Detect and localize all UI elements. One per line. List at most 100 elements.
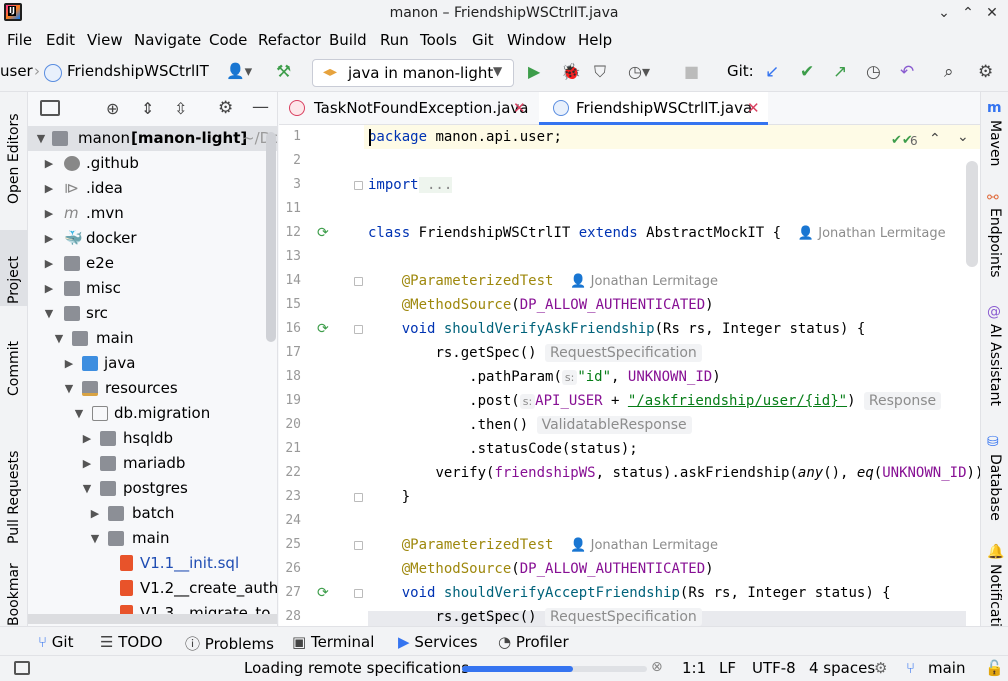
breadcrumb-user[interactable]: user <box>0 62 33 84</box>
coverage-icon[interactable]: ⛉ <box>594 62 606 84</box>
tool-bookmarks[interactable]: Bookmarks <box>0 562 28 626</box>
tree-node[interactable]: ▼ main <box>28 326 277 351</box>
chevron-right-icon[interactable]: ▶ <box>42 276 56 301</box>
tool-profiler[interactable]: ◔ Profiler <box>498 633 569 651</box>
git-update-icon[interactable]: ↙ <box>765 62 779 84</box>
chevron-down-icon[interactable]: ▼ <box>88 526 102 551</box>
fold-toggle-icon[interactable] <box>354 541 363 550</box>
user-account-icon[interactable]: 👤▾ <box>226 62 252 84</box>
profile-icon[interactable]: ◷▾ <box>628 62 650 84</box>
file-encoding[interactable]: UTF-8 <box>752 659 796 677</box>
tool-maven[interactable]: Maven <box>981 120 1008 170</box>
tool-services[interactable]: ▶ Services <box>398 633 478 651</box>
menu-window[interactable]: Window <box>507 31 566 49</box>
tool-problems[interactable]: ⓘ Problems <box>185 633 274 654</box>
tool-notifications[interactable]: Notifications <box>981 564 1008 626</box>
debug-icon[interactable]: 🐞 <box>561 62 581 84</box>
tool-database[interactable]: Database <box>981 454 1008 534</box>
close-tab-icon[interactable]: ✕ <box>513 92 526 125</box>
tree-horizontal-scrollbar[interactable] <box>28 614 277 624</box>
toggle-tool-windows-icon[interactable] <box>14 661 30 675</box>
tool-commit[interactable]: Commit <box>0 324 28 396</box>
close-tab-icon[interactable]: ✕ <box>747 92 760 125</box>
menu-file[interactable]: File <box>7 31 32 49</box>
tool-terminal[interactable]: ▣ Terminal <box>292 633 374 651</box>
tree-node[interactable]: ▼ postgres <box>28 476 277 501</box>
menu-code[interactable]: Code <box>209 31 247 49</box>
search-icon[interactable]: ⌕ <box>944 62 954 84</box>
fold-toggle-icon[interactable] <box>354 589 363 598</box>
lock-icon[interactable]: 🔓 <box>985 659 1004 677</box>
fold-toggle-icon[interactable] <box>354 277 363 286</box>
tool-endpoints[interactable]: Endpoints <box>981 208 1008 280</box>
tree-node[interactable]: ▼ db.migration <box>28 401 277 426</box>
previous-highlight-icon[interactable]: ⌃ <box>929 131 941 147</box>
run-test-gutter-icon[interactable]: ⟳ <box>317 322 331 336</box>
author-hint[interactable]: 👤 Jonathan Lermitage <box>798 226 946 241</box>
chevron-right-icon[interactable]: ▶ <box>88 501 102 526</box>
options-gear-icon[interactable]: ⚙ <box>218 98 233 118</box>
chevron-down-icon[interactable]: ▼ <box>34 126 48 151</box>
run-configuration-select[interactable]: ◂▸ java in manon-light ▼ <box>312 59 514 87</box>
tree-node[interactable]: ▶ .github <box>28 151 277 176</box>
tree-node[interactable]: ▶ e2e <box>28 251 277 276</box>
tree-node[interactable]: ▼ src <box>28 301 277 326</box>
fold-toggle-icon[interactable] <box>354 181 363 190</box>
tree-node[interactable]: ▼ main <box>28 526 277 551</box>
author-hint[interactable]: 👤 Jonathan Lermitage <box>570 274 718 289</box>
menu-build[interactable]: Build <box>329 31 367 49</box>
tool-todo[interactable]: ☰ TODO <box>100 633 163 651</box>
breadcrumb-current[interactable]: FriendshipWSCtrlIT <box>67 62 209 84</box>
git-rollback-icon[interactable]: ↶ <box>900 62 914 84</box>
author-hint[interactable]: 👤 Jonathan Lermitage <box>570 538 718 553</box>
menu-view[interactable]: View <box>87 31 123 49</box>
tab-friendship-ws-ctrl-it[interactable]: FriendshipWSCtrlIT.java ✕ <box>539 92 768 125</box>
locate-file-icon[interactable]: ⊕ <box>106 99 119 118</box>
tree-node[interactable]: ▶ mariadb <box>28 451 277 476</box>
run-test-gutter-icon[interactable]: ⟳ <box>317 226 331 240</box>
code-style-icon[interactable]: ⚙ <box>874 659 887 677</box>
chevron-right-icon[interactable]: ▶ <box>42 151 56 176</box>
tree-node[interactable]: ▼ resources <box>28 376 277 401</box>
caret-position[interactable]: 1:1 <box>682 659 706 677</box>
run-test-gutter-icon[interactable]: ⟳ <box>317 586 331 600</box>
git-history-icon[interactable]: ◷ <box>866 62 881 84</box>
build-hammer-icon[interactable]: ⚒ <box>276 62 291 84</box>
tree-node[interactable]: ▶ ⧐ .idea <box>28 176 277 201</box>
menu-edit[interactable]: Edit <box>46 31 75 49</box>
chevron-right-icon[interactable]: ▶ <box>80 451 94 476</box>
expand-all-icon[interactable]: ⇕ <box>141 99 154 118</box>
tree-vertical-scrollbar[interactable] <box>266 132 276 342</box>
chevron-right-icon[interactable]: ▶ <box>42 176 56 201</box>
next-highlight-icon[interactable]: ⌄ <box>957 129 969 145</box>
editor-scrollbar[interactable] <box>966 161 978 267</box>
tree-node-root[interactable]: ▼ manon [manon-light] ~/Do <box>28 126 277 151</box>
tree-node[interactable]: ▶ m .mvn <box>28 201 277 226</box>
hide-panel-icon[interactable]: — <box>252 97 269 117</box>
menu-run[interactable]: Run <box>380 31 409 49</box>
tool-pull-requests[interactable]: Pull Requests <box>0 424 28 544</box>
settings-gear-icon[interactable]: ⚙ <box>978 62 993 84</box>
chevron-down-icon[interactable]: ▼ <box>72 401 86 426</box>
git-push-icon[interactable]: ↗ <box>833 62 847 84</box>
git-branch[interactable]: main <box>928 659 965 677</box>
tree-node[interactable]: V1.1__init.sql <box>28 551 277 576</box>
chevron-down-icon[interactable]: ▼ <box>42 301 56 326</box>
minimize-chevron-icon[interactable]: ⌄ <box>933 0 955 26</box>
tool-project[interactable]: Project <box>0 232 28 304</box>
run-icon[interactable]: ▶ <box>528 62 540 84</box>
chevron-right-icon[interactable]: ▶ <box>42 226 56 251</box>
tool-git[interactable]: ⑂ Git <box>38 633 73 651</box>
menu-refactor[interactable]: Refactor <box>258 31 321 49</box>
chevron-right-icon[interactable]: ▶ <box>42 251 56 276</box>
code-editor[interactable]: 1 2 3 11 12 13 14 15 16 17 18 19 20 21 2… <box>279 125 980 626</box>
tree-node[interactable]: ▶ misc <box>28 276 277 301</box>
tree-node[interactable]: ▶ hsqldb <box>28 426 277 451</box>
menu-git[interactable]: Git <box>472 31 494 49</box>
fold-toggle-icon[interactable] <box>354 325 363 334</box>
chevron-down-icon[interactable]: ▼ <box>62 376 76 401</box>
chevron-down-icon[interactable]: ▼ <box>80 476 94 501</box>
chevron-right-icon[interactable]: ▶ <box>62 351 76 376</box>
view-selector-icon[interactable] <box>40 100 60 116</box>
menu-navigate[interactable]: Navigate <box>134 31 201 49</box>
